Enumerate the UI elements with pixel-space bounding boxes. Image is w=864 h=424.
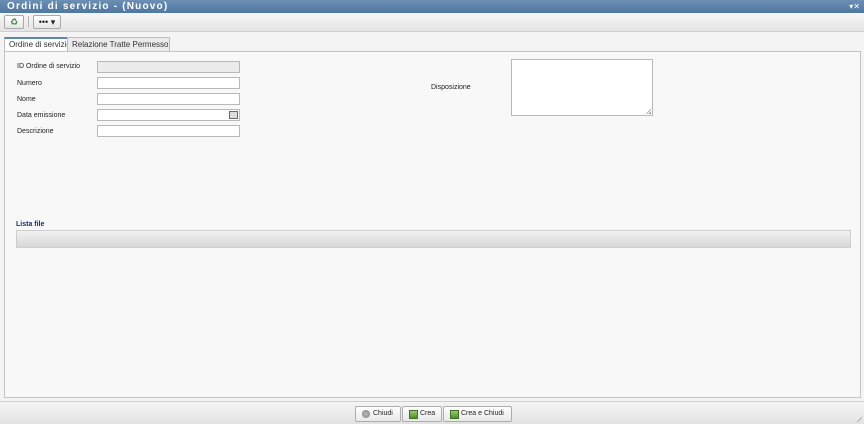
- resize-grip-icon[interactable]: [646, 109, 651, 114]
- toolbar-separator: [28, 16, 29, 27]
- window-controls-icon[interactable]: ▾✕: [849, 0, 860, 13]
- window-titlebar: Ordini di servizio - (Nuovo) ▾✕: [0, 0, 864, 13]
- descrizione-label: Descrizione: [17, 128, 54, 135]
- nome-field[interactable]: [97, 93, 240, 105]
- crea-button[interactable]: Crea: [402, 406, 442, 422]
- tab-ordine-di-servizio[interactable]: Ordine di servizio: [4, 37, 71, 51]
- descrizione-field[interactable]: [97, 125, 240, 137]
- lista-file-title: Lista file: [16, 221, 45, 228]
- numero-field[interactable]: [97, 77, 240, 89]
- id-ordine-field: [97, 61, 240, 73]
- chiudi-label: Chiudi: [373, 410, 393, 417]
- data-emissione-field[interactable]: [97, 109, 240, 121]
- lista-file-grid-header: [16, 230, 851, 248]
- data-emissione-label: Data emissione: [17, 112, 66, 119]
- nome-label: Nome: [17, 96, 36, 103]
- window-title: Ordini di servizio - (Nuovo): [7, 1, 169, 12]
- refresh-button[interactable]: ♻: [4, 15, 24, 29]
- disposizione-label: Disposizione: [431, 84, 471, 91]
- footer-bar: Chiudi Crea Crea e Chiudi: [0, 401, 864, 424]
- calendar-icon[interactable]: [228, 110, 238, 120]
- window-resize-icon[interactable]: [856, 416, 862, 422]
- disposizione-textarea[interactable]: [511, 59, 653, 116]
- close-icon: [362, 410, 370, 418]
- tab-relazione-tratte-permesso[interactable]: Relazione Tratte Permesso: [67, 37, 170, 51]
- more-menu-button[interactable]: ••• ▾: [33, 15, 61, 29]
- id-ordine-label: ID Ordine di servizio: [17, 63, 81, 70]
- more-icon: ••• ▾: [38, 17, 56, 27]
- crea-e-chiudi-button[interactable]: Crea e Chiudi: [443, 406, 512, 422]
- toolbar: ♻ ••• ▾: [0, 13, 864, 32]
- numero-label: Numero: [17, 80, 42, 87]
- chiudi-button[interactable]: Chiudi: [355, 406, 401, 422]
- refresh-icon: ♻: [9, 17, 19, 27]
- create-close-icon: [450, 410, 459, 419]
- crea-e-chiudi-label: Crea e Chiudi: [461, 410, 504, 417]
- crea-label: Crea: [420, 410, 436, 417]
- create-icon: [409, 410, 418, 419]
